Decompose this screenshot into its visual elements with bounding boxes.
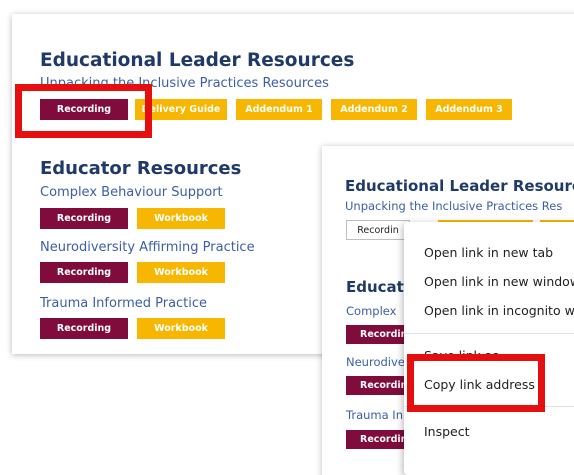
menu-open-new-window[interactable]: Open link in new window: [424, 274, 574, 289]
context-menu: Open link in new tab Open link in new wi…: [404, 222, 574, 475]
addendum-1-button[interactable]: Addendum 1: [236, 99, 322, 120]
neurodiversity-workbook-button[interactable]: Workbook: [137, 262, 225, 283]
educator-resources-heading: Educator Resources: [40, 158, 242, 179]
trauma-informed-workbook-button[interactable]: Workbook: [137, 318, 225, 339]
menu-separator-1: [404, 333, 574, 334]
right-educator-heading: Educat: [346, 278, 404, 296]
menu-inspect[interactable]: Inspect: [424, 424, 470, 439]
right-neurodiversity-title: Neurodive: [346, 355, 405, 369]
menu-open-new-tab[interactable]: Open link in new tab: [424, 245, 553, 260]
complex-behaviour-recording-button[interactable]: Recording: [40, 208, 128, 229]
menu-open-incognito-window[interactable]: Open link in incognito wind: [424, 303, 574, 318]
right-complex-title: Complex: [346, 304, 397, 318]
highlight-copy-link-address: [407, 354, 545, 412]
right-leader-subheading[interactable]: Unpacking the Inclusive Practices Res: [345, 199, 562, 213]
right-leader-recording-button[interactable]: Recordin: [346, 220, 410, 240]
right-leader-heading: Educational Leader Resourc: [345, 177, 574, 195]
right-complex-recording-button[interactable]: Recordin: [346, 325, 406, 344]
trauma-informed-title: Trauma Informed Practice: [40, 296, 208, 311]
right-trauma-title: Trauma In: [346, 408, 403, 422]
neurodiversity-title: Neurodiversity Affirming Practice: [40, 240, 255, 255]
complex-behaviour-workbook-button[interactable]: Workbook: [137, 208, 225, 229]
neurodiversity-recording-button[interactable]: Recording: [40, 262, 128, 283]
right-trauma-recording-button[interactable]: Recordin: [346, 430, 406, 449]
addendum-2-button[interactable]: Addendum 2: [331, 99, 417, 120]
addendum-3-button[interactable]: Addendum 3: [426, 99, 512, 120]
highlight-recording-button: [15, 84, 152, 138]
complex-behaviour-title: Complex Behaviour Support: [40, 185, 223, 200]
trauma-informed-recording-button[interactable]: Recording: [40, 318, 128, 339]
right-neurodiversity-recording-button[interactable]: Recordin: [346, 376, 406, 395]
leader-resources-heading: Educational Leader Resources: [40, 50, 355, 71]
